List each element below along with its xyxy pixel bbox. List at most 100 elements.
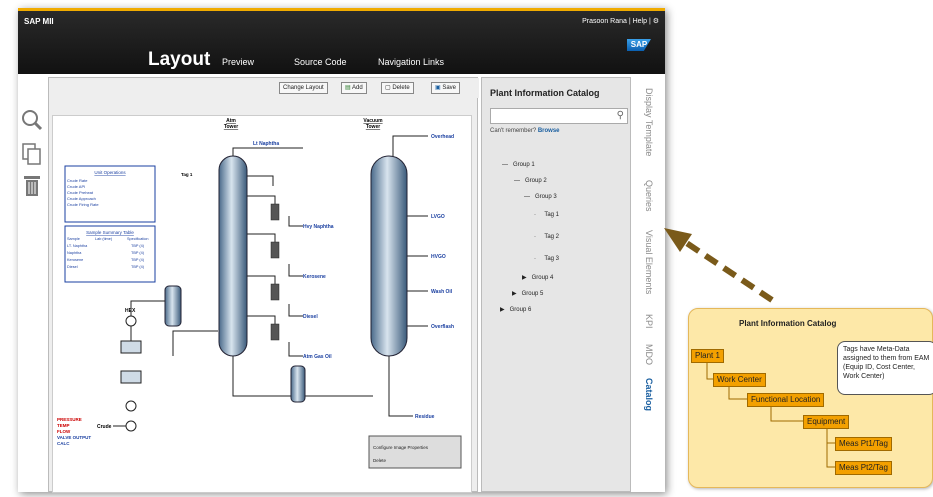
atm-output-label: Diesel: [303, 314, 318, 320]
tree-group-1[interactable]: — Group 1: [502, 162, 535, 168]
layout-toolbar: Change Layout ▤ Add ▢ Delete ▣ Save: [49, 78, 479, 98]
summary-cell: Kerosene: [67, 258, 83, 262]
tree-node-equipment: Equipment: [803, 415, 850, 429]
vac-output-label: HVGO: [431, 254, 446, 260]
tree-tag-2[interactable]: · Tag 2: [534, 234, 559, 240]
catalog-search-input[interactable]: ⚲: [490, 108, 628, 124]
context-menu-item: Configure Image Properties: [373, 445, 429, 450]
left-toolbar: [18, 74, 46, 492]
atm-output-label: Hvy Naphtha: [303, 224, 334, 230]
heater-vessel: [164, 285, 182, 327]
tab-catalog[interactable]: Catalog: [644, 378, 654, 411]
atm-output-label: Atm Gas Oil: [303, 354, 332, 360]
atm-output-label: Kerosene: [303, 274, 326, 280]
tab-kpi[interactable]: KPI: [644, 314, 654, 329]
header-bar: SAP MII Prasoon Rana | Help | ⚙ SAP Layo…: [18, 8, 665, 74]
svg-text:CALC: CALC: [57, 441, 70, 446]
context-menu-item: Delete: [373, 458, 387, 463]
hex-label: HEX: [125, 308, 136, 314]
atm-tower-label: Tower: [224, 124, 238, 130]
tree-node-work-center: Work Center: [713, 373, 766, 387]
tab-display-template[interactable]: Display Template: [644, 88, 654, 156]
svg-text:FLOW: FLOW: [57, 429, 71, 434]
trash-icon[interactable]: [24, 176, 40, 196]
save-button[interactable]: ▣ Save: [431, 82, 461, 94]
vacuum-tower-label: Tower: [366, 124, 380, 130]
delete-icon: ▢: [385, 85, 391, 91]
tab-navigation-links[interactable]: Navigation Links: [378, 57, 444, 67]
catalog-title: Plant Information Catalog: [490, 88, 600, 98]
summary-header: Lab (time): [95, 237, 113, 241]
tab-source-code[interactable]: Source Code: [294, 57, 347, 67]
tree-node-functional-location: Functional Location: [747, 393, 825, 407]
user-links[interactable]: Prasoon Rana | Help | ⚙: [582, 17, 659, 25]
tab-preview[interactable]: Preview: [222, 57, 254, 67]
tab-layout[interactable]: Layout: [148, 49, 210, 71]
catalog-callout: Plant Information Catalog Plant 1 Work C…: [688, 308, 933, 488]
tab-queries[interactable]: Queries: [644, 180, 654, 212]
summary-header: Sample: [67, 237, 80, 241]
svg-text:VALVE OUTPUT: VALVE OUTPUT: [57, 435, 91, 440]
sap-logo: SAP: [627, 39, 651, 51]
settings-icon[interactable]: ⚙: [653, 18, 659, 25]
vac-output-label: Overflash: [431, 324, 454, 330]
process-diagram[interactable]: Unit Operations Crude Rate Crude API Cru…: [52, 115, 472, 493]
add-icon: ▤: [345, 85, 351, 91]
catalog-remember: Can't remember? Browse: [490, 128, 560, 134]
unit-ops-row: Crude Preheat: [67, 190, 94, 195]
vac-output-label: Overhead: [431, 134, 454, 140]
search-icon[interactable]: [22, 110, 43, 131]
search-icon[interactable]: ⚲: [617, 110, 624, 121]
tab-visual-elements[interactable]: Visual Elements: [644, 230, 654, 294]
tree-group-4[interactable]: ▶ Group 4: [522, 274, 553, 281]
layout-canvas: Change Layout ▤ Add ▢ Delete ▣ Save Unit…: [48, 77, 479, 493]
summary-cell: LT. Naphtha: [67, 244, 88, 248]
add-button[interactable]: ▤ Add: [341, 82, 367, 94]
tag1-label: Tag 1: [181, 172, 193, 177]
svg-text:PRESSURE: PRESSURE: [57, 417, 82, 422]
tree-group-6[interactable]: ▶ Group 6: [500, 306, 531, 313]
summary-cell: TBP (4): [131, 265, 145, 269]
app-name: SAP MII: [24, 17, 54, 26]
tree-group-5[interactable]: ▶ Group 5: [512, 290, 543, 297]
svg-text:TEMP: TEMP: [57, 423, 70, 428]
unit-ops-row: Crude Rate: [67, 178, 88, 183]
save-icon: ▣: [435, 85, 441, 91]
atm-tower: [218, 155, 248, 357]
browse-link[interactable]: Browse: [538, 128, 560, 134]
summary-cell: Naphtha: [67, 251, 82, 255]
summary-cell: TBP (4): [131, 258, 145, 262]
tag-legend: PRESSURE TEMP FLOW VALVE OUTPUT CALC: [57, 417, 91, 446]
vacuum-tower: [370, 155, 408, 357]
delete-button[interactable]: ▢ Delete: [381, 82, 414, 94]
context-menu[interactable]: Configure Image Properties Delete: [368, 435, 462, 469]
tree-tag-3[interactable]: · Tag 3: [534, 256, 559, 262]
summary-cell: TBP (4): [131, 251, 145, 255]
tree-node-meas-pt1: Meas Pt1/Tag: [835, 437, 892, 451]
unit-ops-title: Unit Operations: [94, 170, 126, 175]
tree-tag-1[interactable]: · Tag 1: [534, 212, 559, 218]
side-tabs: Display Template Queries Visual Elements…: [634, 88, 664, 492]
atm-output-label: Lt Naphtha: [253, 141, 279, 147]
tree-group-2[interactable]: — Group 2: [514, 178, 547, 184]
summary-title: Sample Summary Table: [86, 230, 134, 235]
unit-ops-row: Crude Approach: [67, 196, 96, 201]
catalog-panel: Plant Information Catalog ⚲ Can't rememb…: [481, 77, 631, 492]
vac-output-label: Residue: [415, 414, 435, 420]
sample-summary-table: Sample Summary Table Sample Lab (time) S…: [64, 225, 156, 283]
copy-icon[interactable]: [22, 143, 41, 165]
summary-header: Specification: [127, 237, 149, 241]
unit-ops-row: Crude API: [67, 184, 85, 189]
bottom-vessel: [290, 365, 306, 403]
tree-node-plant: Plant 1: [691, 349, 724, 363]
tab-mdo[interactable]: MDO: [644, 344, 654, 365]
crude-label: Crude: [97, 424, 112, 430]
unit-operations-table: Unit Operations Crude Rate Crude API Cru…: [64, 165, 156, 223]
tree-group-3[interactable]: — Group 3: [524, 194, 557, 200]
tree-node-meas-pt2: Meas Pt2/Tag: [835, 461, 892, 475]
unit-ops-row: Crude Firing Rate: [67, 202, 99, 207]
vac-output-label: Wash Oil: [431, 289, 453, 295]
summary-cell: Diesel: [67, 265, 78, 269]
change-layout-button[interactable]: Change Layout: [279, 82, 328, 94]
vac-output-label: LVGO: [431, 214, 445, 220]
